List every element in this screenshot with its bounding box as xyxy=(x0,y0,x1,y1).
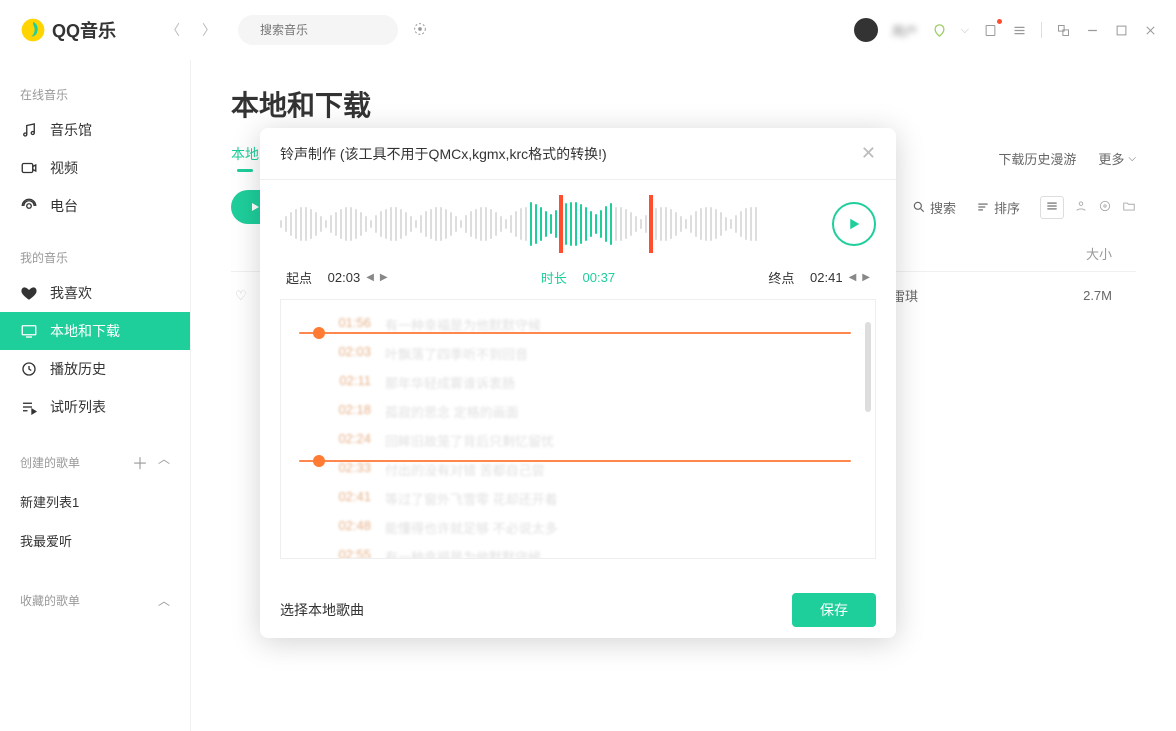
lyric-line[interactable]: 02:48能懂得也许就足够 不必说太多 xyxy=(281,513,875,542)
end-slider-thumb[interactable] xyxy=(313,455,325,467)
start-time: 起点 02:03 ◀▶ xyxy=(286,268,388,287)
end-next[interactable]: ▶ xyxy=(862,272,870,283)
modal-title: 铃声制作 (该工具不用于QMCx,kgmx,krc格式的转换!) xyxy=(280,144,607,164)
lyric-line[interactable]: 02:55有一种幸福是为他默默守候 xyxy=(281,542,875,559)
end-time: 终点 02:41 ◀▶ xyxy=(768,268,870,287)
lyric-line[interactable]: 02:03叶飘落了四季听不到回音 xyxy=(281,339,875,368)
ringtone-modal: 铃声制作 (该工具不用于QMCx,kgmx,krc格式的转换!) ✕ 起点 02… xyxy=(260,128,896,638)
end-slider-track[interactable] xyxy=(299,460,851,462)
start-slider-track[interactable] xyxy=(299,332,851,334)
waveform-area xyxy=(260,180,896,268)
pick-local-button[interactable]: 选择本地歌曲 xyxy=(280,600,364,620)
modal-close-icon[interactable]: ✕ xyxy=(861,143,876,164)
end-prev[interactable]: ◀ xyxy=(849,272,857,283)
lyric-line[interactable]: 02:24回眸旧故笼了背后只剩忆留忧 xyxy=(281,426,875,455)
start-next[interactable]: ▶ xyxy=(380,272,388,283)
lyrics-box: 01:56有一种幸福是为他默默守候02:03叶飘落了四季听不到回音02:11那年… xyxy=(280,299,876,559)
preview-play-button[interactable] xyxy=(832,202,876,246)
lyric-line[interactable]: 02:41等过了窗外飞雪零 花却还开着 xyxy=(281,484,875,513)
duration: 时长 00:37 xyxy=(541,268,615,287)
start-prev[interactable]: ◀ xyxy=(366,272,374,283)
time-row: 起点 02:03 ◀▶ 时长 00:37 终点 02:41 ◀▶ xyxy=(260,268,896,299)
lyric-line[interactable]: 02:18孤寂的思念 定格的画面 xyxy=(281,397,875,426)
play-icon xyxy=(845,215,863,233)
waveform[interactable] xyxy=(280,199,816,249)
save-button[interactable]: 保存 xyxy=(792,593,876,627)
modal-footer: 选择本地歌曲 保存 xyxy=(260,582,896,638)
modal-header: 铃声制作 (该工具不用于QMCx,kgmx,krc格式的转换!) ✕ xyxy=(260,128,896,180)
lyrics-scrollbar[interactable] xyxy=(865,322,871,412)
lyric-line[interactable]: 01:56有一种幸福是为他默默守候 xyxy=(281,310,875,339)
lyrics-list: 01:56有一种幸福是为他默默守候02:03叶飘落了四季听不到回音02:11那年… xyxy=(281,310,875,559)
lyric-line[interactable]: 02:11那年华轻成雾谁诉衷肠 xyxy=(281,368,875,397)
start-slider-thumb[interactable] xyxy=(313,327,325,339)
